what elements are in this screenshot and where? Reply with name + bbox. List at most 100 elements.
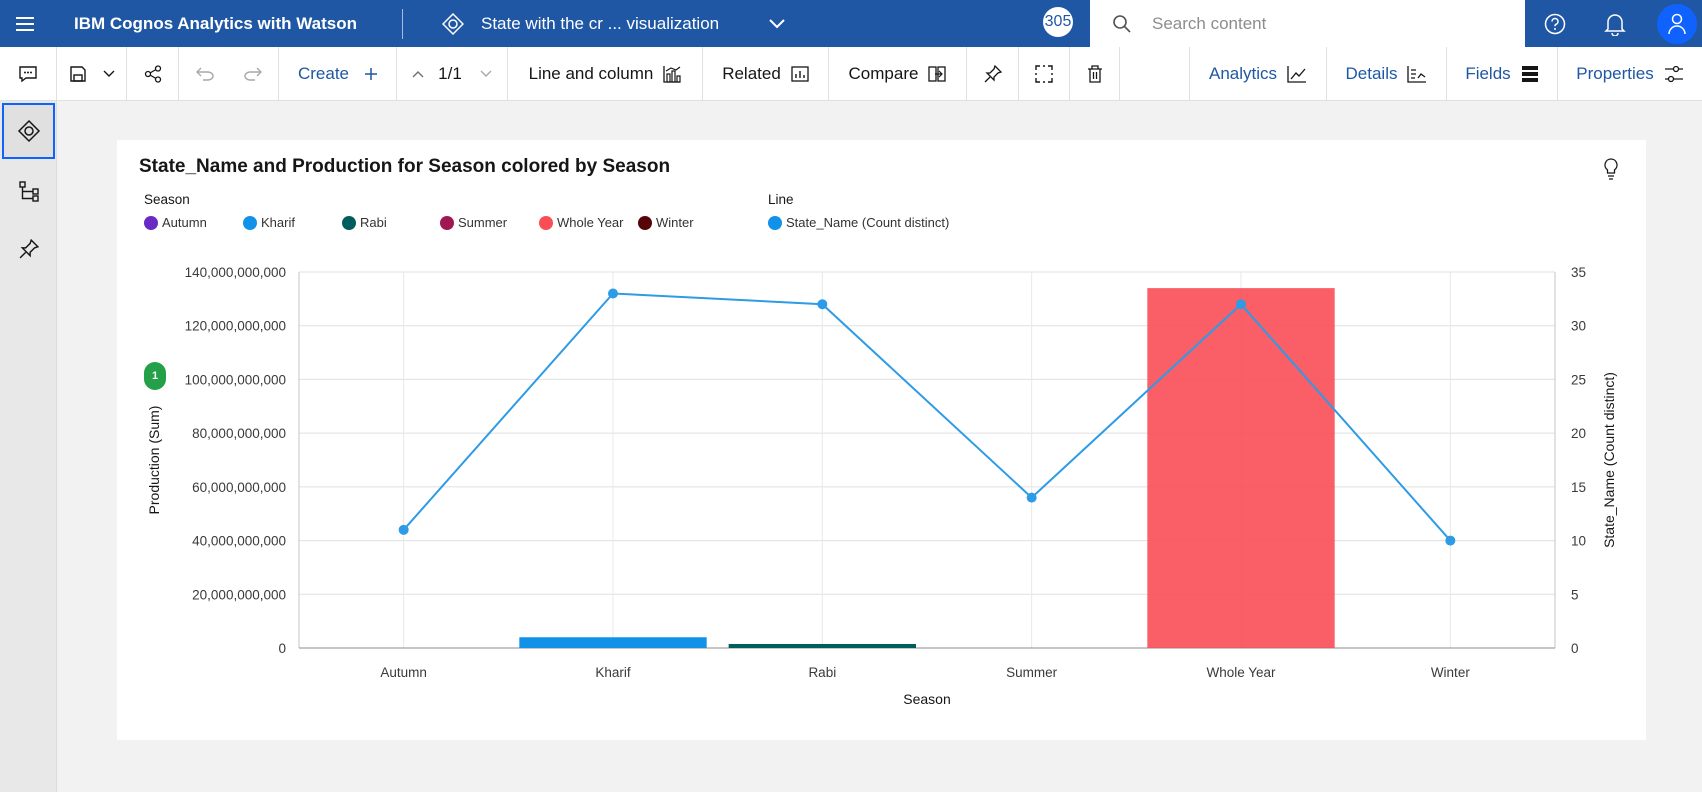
y2-tick-label: 0 xyxy=(1571,641,1579,656)
chart-plot[interactable]: 0 20,000,000,000 40,000,000,000 60,000,000,… xyxy=(117,140,1646,740)
y2-tick-label: 20 xyxy=(1571,426,1586,441)
toolbar: Create 1/1 Line and column Related Compa… xyxy=(0,47,1702,101)
dashboard-icon xyxy=(17,119,40,143)
bar-whole-year xyxy=(1147,288,1335,648)
details-icon xyxy=(1407,66,1427,83)
y2-axis-title: State_Name (Count distinct) xyxy=(1601,372,1617,548)
compare-button[interactable]: Compare xyxy=(829,47,967,101)
y2-tick-label: 30 xyxy=(1571,319,1586,334)
fields-label: Fields xyxy=(1465,64,1511,83)
visualization-tab[interactable] xyxy=(2,103,55,159)
y2-tick-label: 25 xyxy=(1571,372,1586,387)
properties-label: Properties xyxy=(1576,64,1654,83)
hierarchy-icon xyxy=(18,181,39,202)
y-tick-label: 20,000,000,000 xyxy=(192,587,286,602)
x-tick-label: Summer xyxy=(1006,665,1058,680)
page-navigator: 1/1 xyxy=(397,47,508,101)
share-button[interactable] xyxy=(127,47,179,101)
search-input[interactable] xyxy=(1152,13,1492,34)
bar-rabi xyxy=(728,643,917,648)
analytics-icon xyxy=(1287,66,1307,83)
fields-icon xyxy=(1521,66,1538,82)
analytics-label: Analytics xyxy=(1208,64,1278,83)
fields-button[interactable]: Fields xyxy=(1447,47,1558,101)
y-tick-label: 80,000,000,000 xyxy=(192,426,286,441)
compare-icon xyxy=(928,66,947,82)
comment-button[interactable] xyxy=(0,47,57,101)
related-label: Related xyxy=(722,64,781,83)
chevron-down-icon[interactable] xyxy=(480,70,492,78)
dashboard-icon xyxy=(441,12,465,36)
line-point-winter xyxy=(1445,535,1456,546)
related-button[interactable]: Related xyxy=(703,47,829,101)
document-title[interactable]: State with the cr ... visualization xyxy=(481,14,765,34)
y-tick-label: 140,000,000,000 xyxy=(185,265,286,280)
line-column-chart-icon xyxy=(663,66,681,83)
hamburger-menu-icon[interactable] xyxy=(0,0,50,47)
x-tick-label: Autumn xyxy=(380,665,427,680)
focus-button[interactable] xyxy=(1019,47,1070,101)
y-tick-label: 60,000,000,000 xyxy=(192,480,286,495)
app-title: IBM Cognos Analytics with Watson xyxy=(74,13,358,33)
share-icon xyxy=(144,65,161,83)
compare-label: Compare xyxy=(848,64,919,83)
y-tick-label: 120,000,000,000 xyxy=(185,319,286,334)
top-bar: IBM Cognos Analytics with Watson State w… xyxy=(0,0,1702,47)
analytics-button[interactable]: Analytics xyxy=(1190,47,1327,101)
pins-tab[interactable] xyxy=(2,221,55,277)
details-button[interactable]: Details xyxy=(1327,47,1447,101)
save-button[interactable] xyxy=(57,47,127,101)
properties-sliders-icon xyxy=(1664,65,1683,83)
help-icon[interactable] xyxy=(1530,0,1580,47)
line-point-autumn xyxy=(398,524,409,535)
delete-button[interactable] xyxy=(1070,47,1120,101)
x-tick-label: Kharif xyxy=(595,665,631,680)
y2-tick-label: 15 xyxy=(1571,480,1586,495)
y2-tick-label: 10 xyxy=(1571,534,1586,549)
divider xyxy=(402,8,403,39)
notification-count-badge[interactable]: 305 xyxy=(1043,7,1073,37)
related-icon xyxy=(791,66,809,82)
line-point-kharif xyxy=(608,288,618,299)
bar-kharif xyxy=(519,637,707,648)
plus-icon xyxy=(365,68,378,80)
pin-icon xyxy=(984,65,1002,83)
create-label: Create xyxy=(297,64,350,83)
pin-button[interactable] xyxy=(967,47,1019,101)
y-tick-label: 100,000,000,000 xyxy=(185,372,286,387)
line-point-whole-year xyxy=(1236,299,1246,310)
left-rail xyxy=(0,101,57,792)
trash-icon xyxy=(1087,65,1102,83)
line-point-rabi xyxy=(817,299,828,310)
pin-icon xyxy=(19,239,39,259)
comment-icon xyxy=(19,66,37,83)
details-label: Details xyxy=(1345,64,1398,83)
chevron-up-icon[interactable] xyxy=(412,70,424,78)
x-axis-title: Season xyxy=(903,691,950,707)
undo-icon[interactable] xyxy=(195,67,215,81)
y-tick-label: 0 xyxy=(278,641,286,656)
redo-icon[interactable] xyxy=(243,67,263,81)
notifications-bell-icon[interactable] xyxy=(1590,0,1640,47)
chevron-down-icon[interactable] xyxy=(765,18,789,29)
data-point-marker-badge[interactable]: 1 xyxy=(144,362,166,390)
search-icon xyxy=(1112,14,1134,34)
search-box[interactable] xyxy=(1090,0,1525,47)
chart-type-label: Line and column xyxy=(528,64,654,83)
user-avatar-icon[interactable] xyxy=(1652,0,1702,47)
save-icon xyxy=(69,66,86,82)
toolbar-spacer xyxy=(1120,47,1190,101)
chevron-down-icon xyxy=(103,70,114,77)
y2-tick-label: 5 xyxy=(1571,587,1579,602)
chart-type-button[interactable]: Line and column xyxy=(508,47,703,101)
create-button[interactable]: Create xyxy=(279,47,397,101)
undo-redo-group xyxy=(179,47,279,101)
x-tick-label: Winter xyxy=(1431,665,1471,680)
x-tick-label: Rabi xyxy=(808,665,836,680)
hierarchy-tab[interactable] xyxy=(2,163,55,219)
y-axis-title: Production (Sum) xyxy=(146,406,162,515)
line-point-summer xyxy=(1026,492,1037,503)
visualization-card[interactable]: State_Name and Production for Season col… xyxy=(117,140,1646,740)
x-tick-label: Whole Year xyxy=(1206,665,1276,680)
properties-button[interactable]: Properties xyxy=(1558,47,1702,101)
